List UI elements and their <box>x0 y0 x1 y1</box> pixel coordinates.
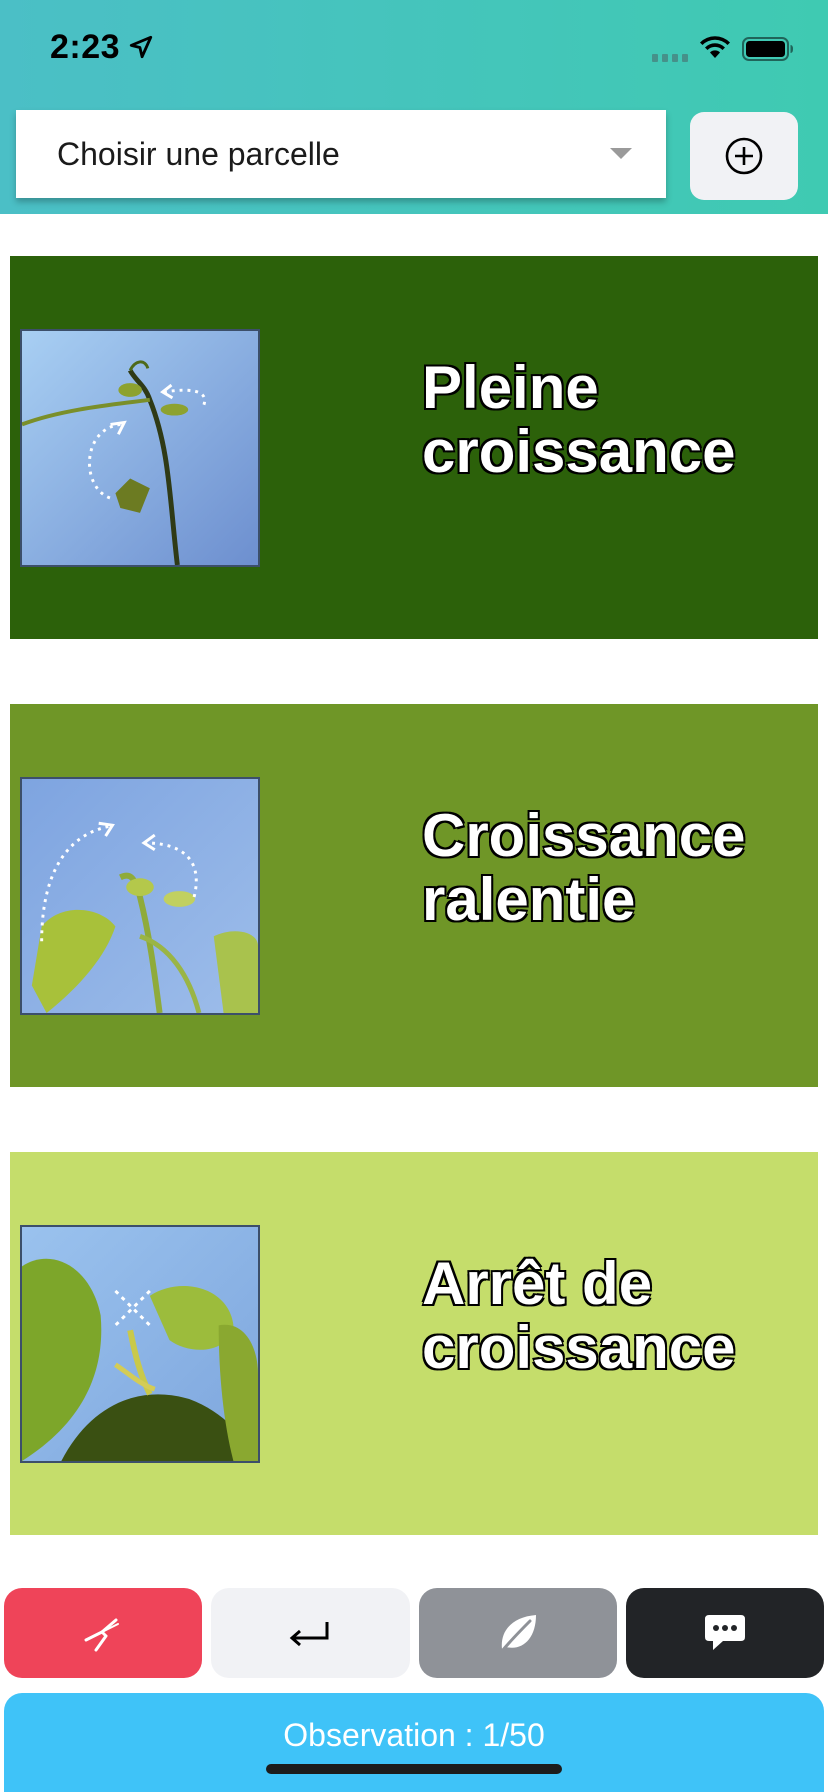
pruning-shears-icon <box>84 1618 120 1652</box>
chevron-down-icon <box>610 148 632 159</box>
vine-photo-full-growth <box>20 329 260 567</box>
home-indicator[interactable] <box>266 1764 562 1774</box>
observation-counter: Observation : 1/50 <box>283 1717 545 1753</box>
card-title-line1: Pleine <box>421 354 600 421</box>
parcel-select-label: Choisir une parcelle <box>57 135 340 172</box>
return-arrow-icon <box>290 1622 329 1647</box>
comment-button[interactable] <box>625 1588 824 1678</box>
vine-photo-slowed-growth <box>20 777 260 1015</box>
undo-button[interactable] <box>211 1588 410 1678</box>
header: 2:23 Choisir une parcelle <box>0 0 828 214</box>
observation-bar[interactable]: Observation : 1/50 <box>4 1693 824 1792</box>
add-button[interactable] <box>690 112 798 200</box>
vine-photo-stopped-growth <box>20 1225 260 1463</box>
growth-card-slowed[interactable]: Croissance ralentie <box>10 704 818 1087</box>
screen: 2:23 Choisir une parcelle Pleine croissa… <box>0 0 828 1792</box>
wifi-icon <box>700 36 730 58</box>
card-title-line2: croissance <box>421 418 737 485</box>
card-title: Arrêt de croissance <box>421 1250 802 1381</box>
chat-bubble-icon <box>704 1615 745 1650</box>
leaf-icon <box>500 1615 536 1653</box>
card-title-line1: Croissance <box>421 802 747 869</box>
growth-card-stopped[interactable]: Arrêt de croissance <box>10 1152 818 1535</box>
parcel-select[interactable]: Choisir une parcelle <box>16 110 666 198</box>
battery-icon <box>742 37 793 61</box>
leaf-button[interactable] <box>418 1588 617 1678</box>
card-title-line2: croissance <box>421 1314 737 1381</box>
card-title-line2: ralentie <box>421 866 636 933</box>
plus-circle-icon <box>725 137 763 175</box>
growth-card-full[interactable]: Pleine croissance <box>10 256 818 639</box>
status-time: 2:23 <box>50 28 121 66</box>
cellular-signal-icon <box>652 54 688 62</box>
card-title: Croissance ralentie <box>421 802 802 933</box>
card-title-line1: Arrêt de <box>421 1250 653 1317</box>
action-bar <box>4 1588 824 1678</box>
card-title: Pleine croissance <box>421 354 802 485</box>
location-arrow-icon <box>129 35 153 59</box>
pruning-button[interactable] <box>4 1588 203 1678</box>
